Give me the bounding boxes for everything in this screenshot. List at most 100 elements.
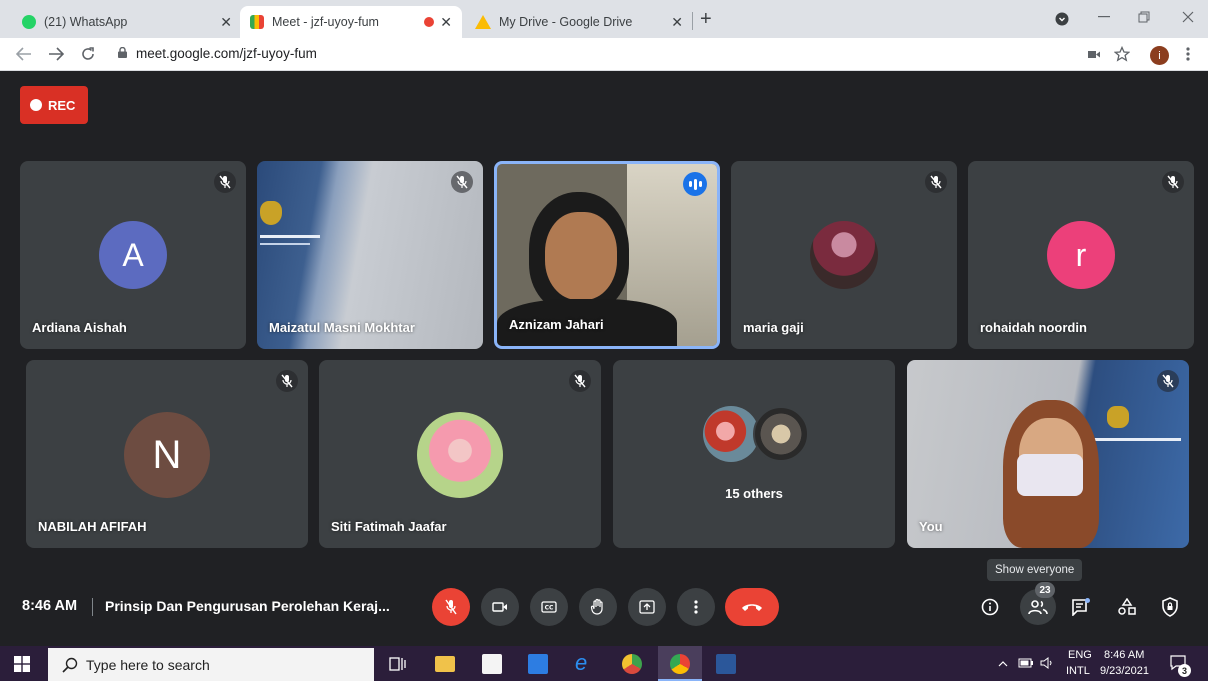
avatar — [703, 406, 759, 462]
tab-separator — [692, 12, 693, 30]
tab-title: My Drive - Google Drive — [499, 15, 633, 29]
taskbar-search-box[interactable]: Type here to search — [48, 648, 374, 681]
slide-text-line — [1093, 438, 1181, 441]
show-everyone-tooltip: Show everyone — [987, 559, 1083, 581]
new-tab-button[interactable]: + — [700, 8, 712, 31]
meeting-details-button[interactable] — [975, 592, 1005, 622]
close-tab-icon[interactable]: ✕ — [671, 14, 683, 31]
participant-name: You — [919, 519, 943, 534]
tab-meet[interactable]: Meet - jzf-uyoy-fum ✕ — [240, 6, 462, 38]
divider — [92, 598, 93, 616]
camera-toggle-button[interactable] — [481, 588, 519, 626]
raise-hand-button[interactable] — [579, 588, 617, 626]
lock-icon[interactable] — [118, 47, 127, 58]
file-explorer-icon[interactable] — [435, 656, 455, 672]
other-app-icon[interactable] — [622, 654, 642, 674]
participant-name: NABILAH AFIFAH — [38, 519, 147, 534]
mic-toggle-button[interactable] — [432, 588, 470, 626]
word-icon[interactable] — [716, 654, 736, 674]
more-vert-icon — [694, 600, 698, 614]
forward-icon[interactable] — [48, 47, 64, 61]
tab-search-icon[interactable] — [1055, 12, 1069, 26]
browser-tab-bar: (21) WhatsApp ✕ Meet - jzf-uyoy-fum ✕ My… — [0, 0, 1208, 38]
browser-menu-icon[interactable] — [1186, 47, 1190, 61]
others-tile[interactable]: 15 others — [613, 360, 895, 548]
tab-whatsapp[interactable]: (21) WhatsApp ✕ — [12, 6, 242, 38]
meeting-time: 8:46 AM — [22, 598, 78, 614]
chat-button[interactable] — [1066, 592, 1096, 622]
mic-muted-icon — [569, 370, 591, 392]
hand-icon — [590, 598, 603, 615]
keyboard-layout[interactable]: INTL — [1066, 665, 1090, 677]
participant-tile[interactable]: maria gaji — [731, 161, 957, 349]
mic-muted-icon — [276, 370, 298, 392]
tray-expand-icon[interactable] — [998, 660, 1008, 667]
captions-button[interactable]: CC — [530, 588, 568, 626]
leave-call-button[interactable] — [725, 588, 779, 626]
windows-start-icon[interactable] — [14, 656, 30, 672]
bookmark-star-icon[interactable] — [1114, 46, 1130, 62]
search-placeholder: Type here to search — [86, 656, 210, 673]
participant-tile-active-speaker[interactable]: Aznizam Jahari — [494, 161, 720, 349]
info-icon — [981, 598, 999, 616]
whatsapp-icon — [22, 15, 36, 29]
restore-icon[interactable] — [1138, 11, 1150, 23]
participant-name: Siti Fatimah Jaafar — [331, 519, 447, 534]
clock-date[interactable]: 9/23/2021 — [1100, 665, 1149, 677]
chrome-icon — [670, 654, 690, 674]
participant-tile[interactable]: N NABILAH AFIFAH — [26, 360, 308, 548]
participant-tile[interactable]: A Ardiana Aishah — [20, 161, 246, 349]
battery-icon[interactable] — [1018, 658, 1034, 668]
slide-text-line — [260, 243, 310, 245]
back-icon[interactable] — [16, 47, 32, 61]
participant-name: Ardiana Aishah — [32, 320, 127, 335]
mail-icon[interactable] — [528, 654, 548, 674]
microsoft-store-icon[interactable] — [482, 654, 502, 674]
mic-muted-icon — [1162, 171, 1184, 193]
close-tab-icon[interactable]: ✕ — [440, 14, 452, 31]
activities-icon — [1118, 598, 1136, 615]
avatar: r — [1047, 221, 1115, 289]
tab-drive[interactable]: My Drive - Google Drive ✕ — [465, 6, 693, 38]
others-count-label: 15 others — [725, 486, 783, 501]
speaking-indicator-icon — [683, 172, 707, 196]
language-indicator[interactable]: ENG — [1068, 649, 1092, 661]
participant-tile[interactable]: Siti Fatimah Jaafar — [319, 360, 601, 548]
activities-button[interactable] — [1112, 592, 1142, 622]
chrome-taskbar-button[interactable] — [658, 646, 702, 681]
clock-time[interactable]: 8:46 AM — [1104, 649, 1144, 661]
mic-muted-icon — [1157, 370, 1179, 392]
participant-name: rohaidah noordin — [980, 320, 1087, 335]
close-tab-icon[interactable]: ✕ — [220, 14, 232, 31]
rec-label: REC — [48, 97, 76, 113]
host-controls-button[interactable] — [1155, 592, 1185, 622]
participant-name: maria gaji — [743, 320, 804, 335]
avatar — [810, 221, 878, 289]
tab-title: Meet - jzf-uyoy-fum — [272, 15, 379, 29]
participant-tile[interactable]: r rohaidah noordin — [968, 161, 1194, 349]
url-field[interactable]: meet.google.com/jzf-uyoy-fum — [136, 46, 317, 61]
edge-browser-icon[interactable]: e — [575, 650, 595, 675]
avatar: A — [99, 221, 167, 289]
profile-avatar[interactable]: i — [1150, 46, 1169, 65]
self-view-tile[interactable]: You — [907, 360, 1189, 548]
hang-up-icon — [742, 604, 762, 611]
participant-tile[interactable]: Maizatul Masni Mokhtar — [257, 161, 483, 349]
minimize-icon[interactable] — [1098, 16, 1110, 18]
task-view-icon[interactable] — [388, 654, 408, 674]
present-icon — [639, 600, 655, 614]
close-window-icon[interactable] — [1182, 11, 1194, 23]
camera-in-use-icon[interactable] — [1088, 50, 1100, 59]
volume-icon[interactable] — [1040, 657, 1054, 669]
svg-text:CC: CC — [545, 605, 554, 612]
participant-count-badge: 23 — [1035, 582, 1055, 598]
mic-muted-icon — [451, 171, 473, 193]
meeting-title[interactable]: Prinsip Dan Pengurusan Perolehan Keraj..… — [105, 598, 390, 614]
captions-icon: CC — [541, 601, 557, 613]
more-options-button[interactable] — [677, 588, 715, 626]
reload-icon[interactable] — [80, 46, 96, 62]
participant-name: Maizatul Masni Mokhtar — [269, 320, 415, 335]
avatar — [753, 406, 809, 462]
face-mask — [1017, 454, 1083, 496]
present-screen-button[interactable] — [628, 588, 666, 626]
